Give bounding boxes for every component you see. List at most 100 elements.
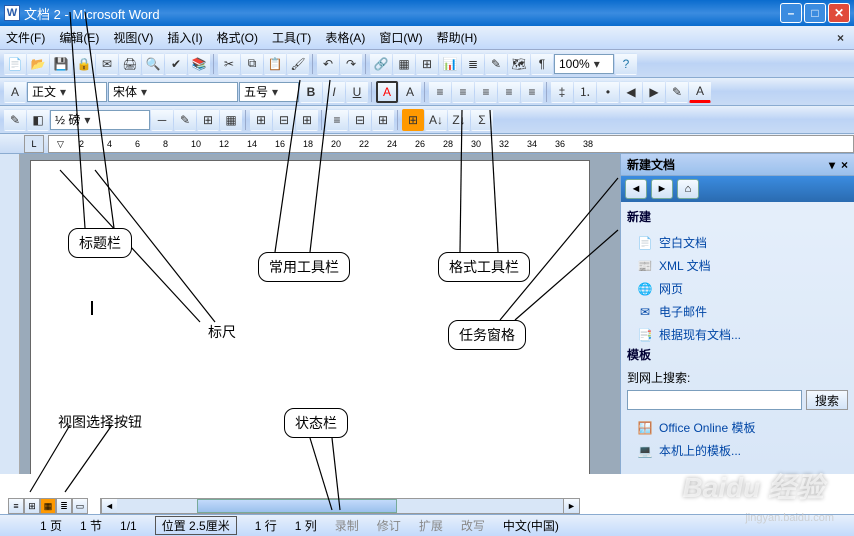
docmap-button[interactable]: 🗺 (508, 53, 530, 75)
view-normal[interactable]: ≡ (8, 498, 24, 514)
menu-edit[interactable]: 编辑(E) (59, 29, 99, 46)
show-hide-button[interactable]: ¶ (531, 53, 553, 75)
nav-back-button[interactable]: ◄ (625, 179, 647, 199)
menu-view[interactable]: 视图(V) (113, 29, 153, 46)
menu-window[interactable]: 窗口(W) (379, 29, 422, 46)
shading-button[interactable]: ▦ (220, 109, 242, 131)
nav-forward-button[interactable]: ► (651, 179, 673, 199)
size-combo[interactable]: 五号▾ (239, 82, 299, 102)
menu-close-icon[interactable]: × (837, 31, 844, 45)
eraser-button[interactable]: ◧ (27, 109, 49, 131)
paste-button[interactable]: 📋 (264, 53, 286, 75)
close-button[interactable]: ✕ (828, 3, 850, 23)
draw-table-button[interactable]: ✎ (4, 109, 26, 131)
view-web[interactable]: ⊞ (24, 498, 40, 514)
styles-pane-button[interactable]: A (4, 81, 26, 103)
link-webpage[interactable]: 🌐网页 (627, 277, 848, 300)
char-shading-button[interactable]: A (399, 81, 421, 103)
borders-button[interactable]: ⊞ (197, 109, 219, 131)
distribute-cols-button[interactable]: ⊞ (372, 109, 394, 131)
underline-button[interactable]: U (346, 81, 368, 103)
ruler-corner[interactable]: L (24, 135, 44, 153)
format-painter-button[interactable]: 🖌 (287, 53, 309, 75)
merge-cells-button[interactable]: ⊟ (273, 109, 295, 131)
undo-button[interactable]: ↶ (317, 53, 339, 75)
align-center-button[interactable]: ≡ (452, 81, 474, 103)
minimize-button[interactable]: – (780, 3, 802, 23)
link-office-online[interactable]: 🪟Office Online 模板 (627, 416, 848, 439)
status-ovr[interactable]: 改写 (461, 517, 485, 534)
menu-file[interactable]: 文件(F) (6, 29, 45, 46)
view-outline[interactable]: ≣ (56, 498, 72, 514)
line-weight-combo[interactable]: ½ 磅▾ (50, 110, 150, 130)
distributed-button[interactable]: ≡ (521, 81, 543, 103)
new-button[interactable]: 📄 (4, 53, 26, 75)
bullets-button[interactable]: • (597, 81, 619, 103)
tables-borders-button[interactable]: ▦ (393, 53, 415, 75)
scroll-left-icon[interactable]: ◄ (101, 499, 117, 513)
excel-button[interactable]: 📊 (439, 53, 461, 75)
print-button[interactable]: 🖨 (119, 53, 141, 75)
mail-button[interactable]: ✉ (96, 53, 118, 75)
char-border-button[interactable]: A (376, 81, 398, 103)
align-cell-button[interactable]: ≡ (326, 109, 348, 131)
link-email[interactable]: ✉电子邮件 (627, 300, 848, 323)
increase-indent-button[interactable]: ▶ (643, 81, 665, 103)
spellcheck-button[interactable]: ✔ (165, 53, 187, 75)
hyperlink-button[interactable]: 🔗 (370, 53, 392, 75)
scrollbar-thumb[interactable] (197, 499, 397, 513)
link-xml-doc[interactable]: 📰XML 文档 (627, 254, 848, 277)
link-from-existing[interactable]: 📑根据现有文档... (627, 323, 848, 346)
maximize-button[interactable]: □ (804, 3, 826, 23)
menu-help[interactable]: 帮助(H) (437, 29, 478, 46)
horizontal-ruler[interactable]: ▽ 2468101214161820222426283032343638 (48, 135, 854, 153)
distribute-rows-button[interactable]: ⊟ (349, 109, 371, 131)
decrease-indent-button[interactable]: ◀ (620, 81, 642, 103)
line-spacing-button[interactable]: ‡ (551, 81, 573, 103)
sort-asc-button[interactable]: A↓ (425, 109, 447, 131)
status-ext[interactable]: 扩展 (419, 517, 443, 534)
font-color-button[interactable]: A (689, 81, 711, 103)
copy-button[interactable]: ⧉ (241, 53, 263, 75)
search-button[interactable]: 搜索 (806, 390, 848, 410)
border-color-button[interactable]: ✎ (174, 109, 196, 131)
taskpane-dropdown-icon[interactable]: ▾ (829, 158, 835, 172)
italic-button[interactable]: I (323, 81, 345, 103)
view-print[interactable]: ▦ (40, 498, 56, 514)
menu-table[interactable]: 表格(A) (325, 29, 365, 46)
border-style-button[interactable]: ─ (151, 109, 173, 131)
bold-button[interactable]: B (300, 81, 322, 103)
drawing-button[interactable]: ✎ (485, 53, 507, 75)
cut-button[interactable]: ✂ (218, 53, 240, 75)
redo-button[interactable]: ↷ (340, 53, 362, 75)
status-lang[interactable]: 中文(中国) (503, 517, 559, 534)
view-reading[interactable]: ▭ (72, 498, 88, 514)
status-trk[interactable]: 修订 (377, 517, 401, 534)
insert-table-button2[interactable]: ⊞ (250, 109, 272, 131)
permission-button[interactable]: 🔒 (73, 53, 95, 75)
search-input[interactable] (627, 390, 802, 410)
save-button[interactable]: 💾 (50, 53, 72, 75)
autosum-button[interactable]: Σ (471, 109, 493, 131)
sort-desc-button[interactable]: Z↓ (448, 109, 470, 131)
zoom-combo[interactable]: 100%▾ (554, 54, 614, 74)
vertical-ruler[interactable] (0, 154, 20, 474)
taskpane-close-icon[interactable]: × (841, 158, 848, 172)
link-local-templates[interactable]: 💻本机上的模板... (627, 439, 848, 462)
insert-table-button[interactable]: ⊞ (416, 53, 438, 75)
align-justify-button[interactable]: ≡ (498, 81, 520, 103)
menu-format[interactable]: 格式(O) (217, 29, 258, 46)
link-blank-doc[interactable]: 📄空白文档 (627, 231, 848, 254)
status-rec[interactable]: 录制 (335, 517, 359, 534)
autoformat-button[interactable]: ⊞ (402, 109, 424, 131)
split-cells-button[interactable]: ⊞ (296, 109, 318, 131)
preview-button[interactable]: 🔍 (142, 53, 164, 75)
style-combo[interactable]: 正文▾ (27, 82, 107, 102)
help-button[interactable]: ? (615, 53, 637, 75)
font-combo[interactable]: 宋体▾ (108, 82, 238, 102)
research-button[interactable]: 📚 (188, 53, 210, 75)
highlight-button[interactable]: ✎ (666, 81, 688, 103)
open-button[interactable]: 📂 (27, 53, 49, 75)
menu-tools[interactable]: 工具(T) (272, 29, 311, 46)
columns-button[interactable]: ≣ (462, 53, 484, 75)
